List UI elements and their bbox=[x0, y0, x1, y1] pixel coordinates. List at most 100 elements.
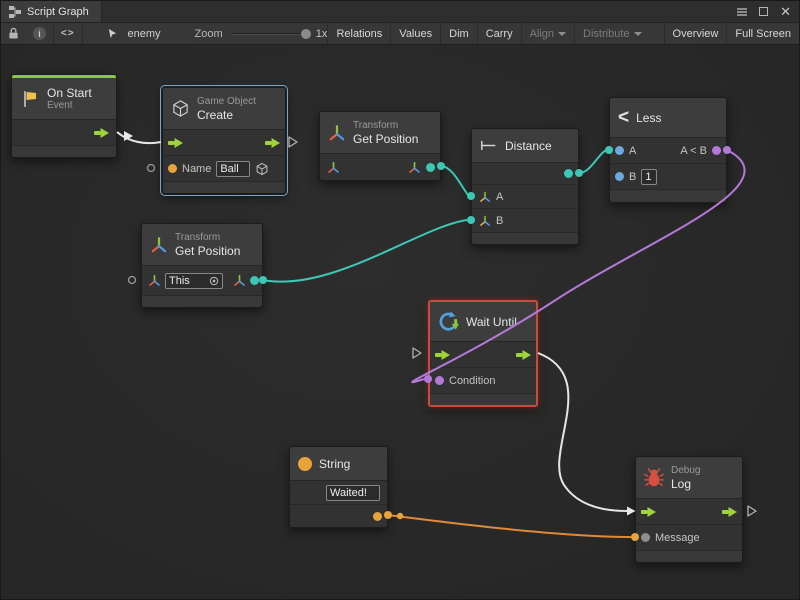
condition-label: Condition bbox=[449, 375, 495, 387]
transform-icon bbox=[150, 236, 168, 254]
zoom-slider-handle[interactable] bbox=[301, 29, 311, 39]
close-icon[interactable]: ✕ bbox=[780, 7, 791, 17]
node-on-start[interactable]: On Start Event bbox=[11, 74, 117, 158]
node-title: Wait Until bbox=[466, 315, 517, 329]
zoom-value: 1x bbox=[316, 28, 328, 40]
node-category: Transform bbox=[175, 232, 240, 244]
input-b-port[interactable] bbox=[615, 172, 624, 181]
zoom-slider-track bbox=[231, 33, 308, 35]
wire-getpos1-to-distance-a[interactable] bbox=[441, 166, 469, 196]
cube-icon bbox=[171, 99, 190, 118]
title-bar: Script Graph ✕ bbox=[1, 1, 799, 23]
node-string[interactable]: String bbox=[289, 446, 388, 528]
node-get-position-2[interactable]: Transform Get Position This bbox=[141, 223, 263, 308]
unconnected-name-port-icon[interactable] bbox=[148, 165, 155, 172]
node-title: Create bbox=[197, 108, 256, 122]
toolbar-button-dim[interactable]: Dim bbox=[440, 23, 477, 44]
node-wait-until[interactable]: Wait Until Condition bbox=[428, 300, 538, 407]
result-out-port[interactable] bbox=[712, 146, 721, 155]
wire-arrow-icon bbox=[124, 131, 133, 141]
node-get-position-1[interactable]: Transform Get Position bbox=[319, 111, 441, 181]
graph-toolbar: i <> enemy Zoom 1x Relations Values Dim … bbox=[1, 23, 799, 45]
flag-icon bbox=[20, 89, 40, 109]
message-label: Message bbox=[655, 532, 700, 544]
wire-getpos2-to-distance-b[interactable] bbox=[263, 220, 467, 282]
wire-start-to-create[interactable] bbox=[117, 132, 161, 143]
tab-script-graph[interactable]: Script Graph bbox=[1, 1, 102, 22]
node-distance[interactable]: Distance A B bbox=[471, 128, 579, 245]
unconnected-flow-in-icon[interactable] bbox=[413, 348, 421, 358]
node-debug-log[interactable]: Debug Log Message bbox=[635, 456, 743, 563]
flow-in-port[interactable] bbox=[641, 507, 656, 517]
distance-icon bbox=[480, 139, 498, 152]
output-label: A < B bbox=[680, 145, 707, 157]
node-title: Get Position bbox=[175, 244, 240, 258]
node-title: String bbox=[319, 457, 350, 471]
object-picker-icon[interactable] bbox=[209, 276, 219, 286]
vector-port-icon bbox=[408, 161, 421, 174]
condition-port[interactable] bbox=[435, 376, 444, 385]
node-title: On Start bbox=[47, 86, 92, 100]
toolbar-button-overview[interactable]: Overview bbox=[664, 23, 727, 44]
name-port[interactable] bbox=[168, 164, 177, 173]
toolbar-button-values[interactable]: Values bbox=[390, 23, 440, 44]
flow-in-port[interactable] bbox=[435, 350, 450, 360]
distance-out-port[interactable] bbox=[564, 169, 573, 178]
toolbar-button-fullscreen[interactable]: Full Screen bbox=[726, 23, 799, 44]
toolbar-button-carry[interactable]: Carry bbox=[477, 23, 521, 44]
vector-port-icon bbox=[479, 215, 491, 227]
maximize-icon[interactable] bbox=[759, 7, 768, 16]
flow-out-port[interactable] bbox=[722, 507, 737, 517]
node-less[interactable]: < Less A A < B B bbox=[609, 97, 727, 203]
unconnected-flow-out-icon[interactable] bbox=[289, 137, 297, 147]
zoom-slider[interactable] bbox=[231, 27, 308, 41]
toolbar-button-relations[interactable]: Relations bbox=[327, 23, 390, 44]
position-out-port[interactable] bbox=[426, 163, 435, 172]
target-value: This bbox=[169, 275, 190, 287]
node-create[interactable]: Game Object Create Name bbox=[162, 87, 286, 194]
transform-icon bbox=[328, 124, 346, 142]
graph-name: enemy bbox=[127, 28, 160, 40]
less-icon: < bbox=[618, 108, 629, 127]
inspect-icon[interactable]: i bbox=[26, 23, 53, 44]
port-label: Name bbox=[182, 163, 211, 175]
flow-in-port[interactable] bbox=[168, 138, 183, 148]
message-port[interactable] bbox=[641, 533, 650, 542]
script-graph-icon bbox=[9, 6, 21, 18]
wire-string-to-message[interactable] bbox=[388, 515, 631, 537]
menu-icon[interactable] bbox=[737, 8, 747, 16]
unconnected-flow-out-icon[interactable] bbox=[748, 506, 756, 516]
flow-out-port[interactable] bbox=[265, 138, 280, 148]
input-a-label: A bbox=[629, 145, 636, 157]
string-out-port[interactable] bbox=[373, 512, 382, 521]
flow-out-port[interactable] bbox=[94, 128, 109, 138]
unconnected-target-port-icon[interactable] bbox=[129, 277, 136, 284]
lock-icon[interactable] bbox=[1, 23, 26, 44]
input-a-port[interactable] bbox=[615, 146, 624, 155]
tab-title: Script Graph bbox=[27, 6, 89, 18]
node-category: Game Object bbox=[197, 96, 256, 108]
node-category: Transform bbox=[353, 120, 418, 132]
dropdown-caret-icon bbox=[634, 32, 642, 36]
zoom-label: Zoom bbox=[195, 28, 223, 40]
wire-wait-to-log[interactable] bbox=[538, 353, 627, 511]
string-value-field[interactable] bbox=[326, 485, 380, 501]
position-out-port[interactable] bbox=[250, 276, 259, 285]
node-category: Debug bbox=[671, 465, 700, 477]
toolbar-button-align[interactable]: Align bbox=[521, 23, 574, 44]
wait-icon bbox=[438, 311, 459, 332]
name-value-field[interactable] bbox=[216, 161, 250, 177]
transform-port-icon[interactable] bbox=[148, 274, 161, 287]
toolbar-button-distribute[interactable]: Distribute bbox=[574, 23, 649, 44]
flow-out-port[interactable] bbox=[516, 350, 531, 360]
graph-pointer-icon bbox=[100, 23, 125, 44]
code-icon[interactable]: <> bbox=[54, 23, 82, 44]
node-subtitle: Event bbox=[47, 100, 92, 112]
input-a-label: A bbox=[496, 191, 503, 203]
transform-port-icon[interactable] bbox=[327, 161, 340, 174]
target-field[interactable]: This bbox=[165, 273, 223, 289]
string-icon bbox=[298, 457, 312, 471]
graph-canvas[interactable]: On Start Event Game Object Create Name bbox=[1, 45, 799, 599]
wire-distance-to-less[interactable] bbox=[579, 150, 607, 173]
input-b-value-field[interactable] bbox=[641, 169, 657, 185]
